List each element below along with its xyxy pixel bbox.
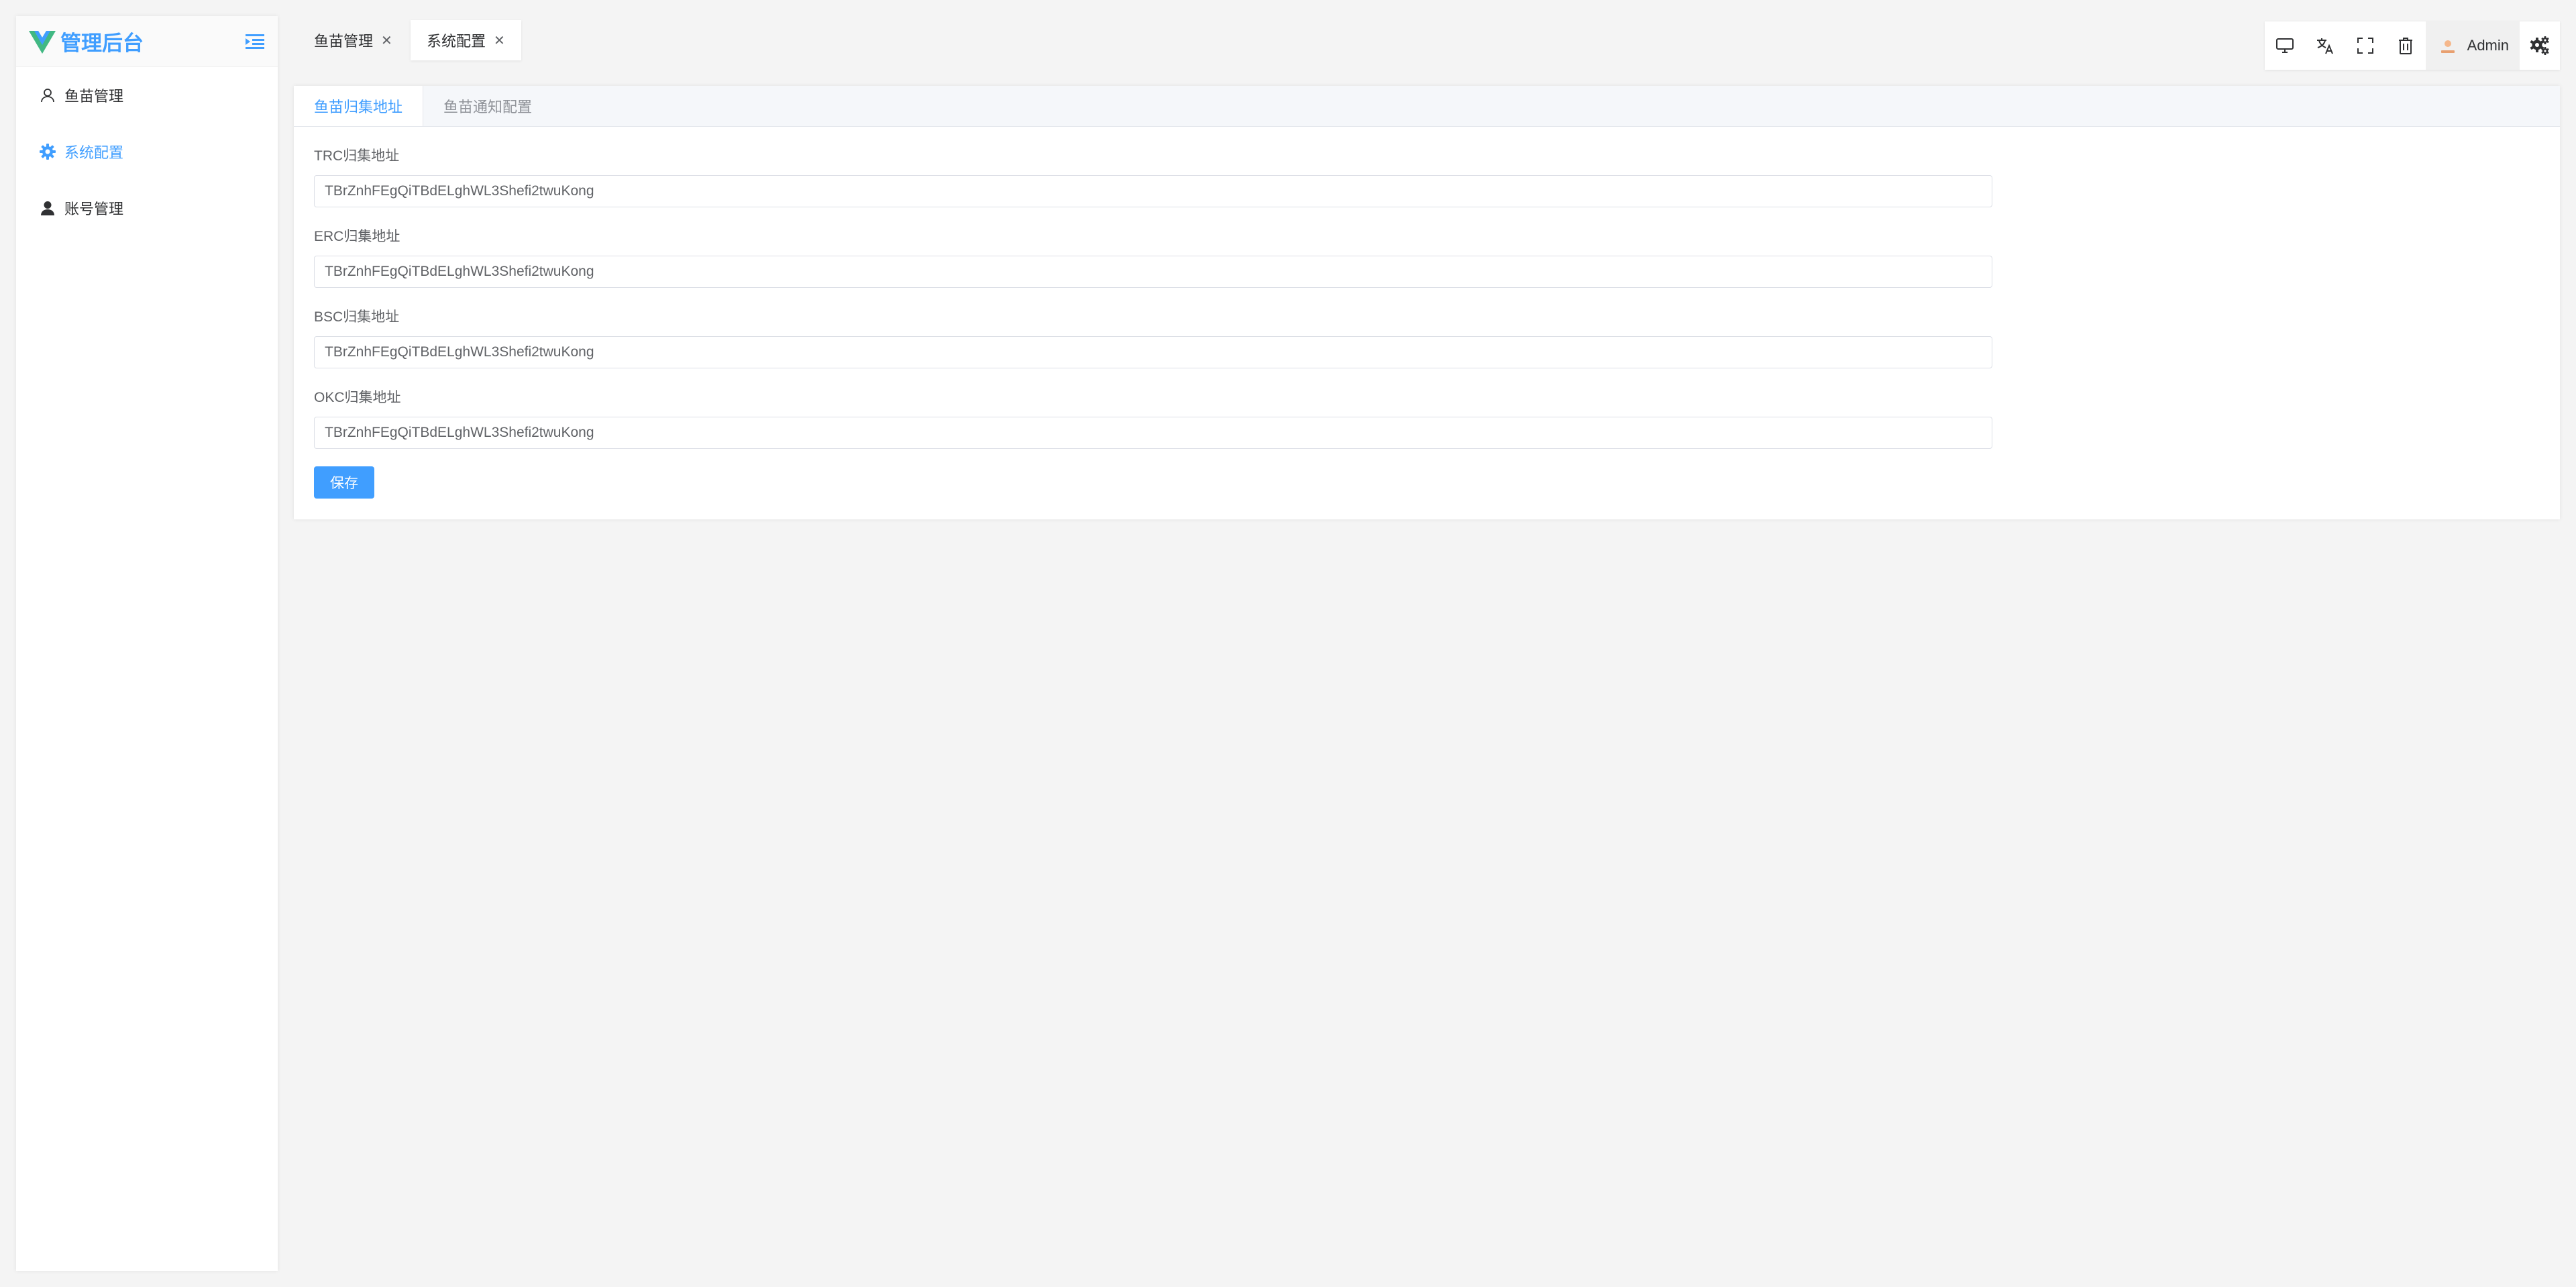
field-group-okc: OKC归集地址 bbox=[314, 389, 2540, 449]
sidebar-item-label: 系统配置 bbox=[64, 144, 124, 161]
card-tabs: 鱼苗归集地址 鱼苗通知配置 bbox=[294, 86, 2560, 127]
settings-icon[interactable] bbox=[2520, 21, 2560, 70]
bsc-address-label: BSC归集地址 bbox=[314, 309, 400, 325]
sidebar-item-system-config[interactable]: 系统配置 bbox=[16, 123, 278, 180]
header-toolbar: Admin bbox=[2264, 21, 2560, 70]
vue-logo-icon bbox=[27, 26, 58, 57]
sidebar-item-label: 账号管理 bbox=[64, 201, 124, 217]
sidebar-item-account-management[interactable]: 账号管理 bbox=[16, 180, 278, 236]
tab-collection-address[interactable]: 鱼苗归集地址 bbox=[294, 86, 424, 126]
trc-address-input[interactable] bbox=[314, 175, 1992, 207]
sidebar-item-label: 鱼苗管理 bbox=[64, 88, 124, 105]
tab-system-config[interactable]: 系统配置 ✕ bbox=[411, 20, 521, 60]
trc-address-label: TRC归集地址 bbox=[314, 148, 400, 164]
user-outline-icon bbox=[39, 87, 56, 104]
field-group-trc: TRC归集地址 bbox=[314, 147, 2540, 207]
bsc-address-input[interactable] bbox=[314, 336, 1992, 368]
tab-notification-config[interactable]: 鱼苗通知配置 bbox=[423, 86, 552, 126]
field-group-erc: ERC归集地址 bbox=[314, 227, 2540, 288]
close-icon[interactable]: ✕ bbox=[381, 32, 392, 49]
user-menu[interactable]: Admin bbox=[2425, 21, 2520, 70]
monitor-icon[interactable] bbox=[2265, 21, 2305, 70]
app-title: 管理后台 bbox=[60, 32, 144, 55]
gear-icon bbox=[39, 143, 56, 160]
okc-address-label: OKC归集地址 bbox=[314, 390, 401, 405]
trash-icon[interactable] bbox=[2385, 21, 2426, 70]
translate-icon[interactable] bbox=[2305, 21, 2345, 70]
tab-label: 系统配置 bbox=[427, 33, 486, 50]
avatar bbox=[2438, 37, 2457, 54]
sidebar-item-fish-management[interactable]: 鱼苗管理 bbox=[16, 67, 278, 123]
user-name: Admin bbox=[2467, 37, 2509, 54]
fullscreen-icon[interactable] bbox=[2345, 21, 2385, 70]
logo-row: 管理后台 bbox=[16, 16, 278, 67]
erc-address-label: ERC归集地址 bbox=[314, 229, 400, 244]
user-filled-icon bbox=[39, 199, 56, 217]
config-card: 鱼苗归集地址 鱼苗通知配置 TRC归集地址 ERC归集地址 BSC归集地址 OK… bbox=[294, 86, 2560, 519]
okc-address-input[interactable] bbox=[314, 417, 1992, 449]
menu-fold-icon[interactable] bbox=[243, 30, 267, 54]
field-group-bsc: BSC归集地址 bbox=[314, 308, 2540, 368]
close-icon[interactable]: ✕ bbox=[494, 32, 505, 49]
sidebar: 管理后台 鱼苗管理 系统配置 账号管理 bbox=[16, 16, 278, 1271]
save-button[interactable]: 保存 bbox=[314, 466, 374, 499]
tab-fish-management[interactable]: 鱼苗管理 ✕ bbox=[298, 20, 409, 60]
tab-label: 鱼苗管理 bbox=[314, 33, 374, 50]
address-form: TRC归集地址 ERC归集地址 BSC归集地址 OKC归集地址 保存 bbox=[294, 147, 2560, 499]
erc-address-input[interactable] bbox=[314, 256, 1992, 288]
sidebar-menu: 鱼苗管理 系统配置 账号管理 bbox=[16, 67, 278, 236]
